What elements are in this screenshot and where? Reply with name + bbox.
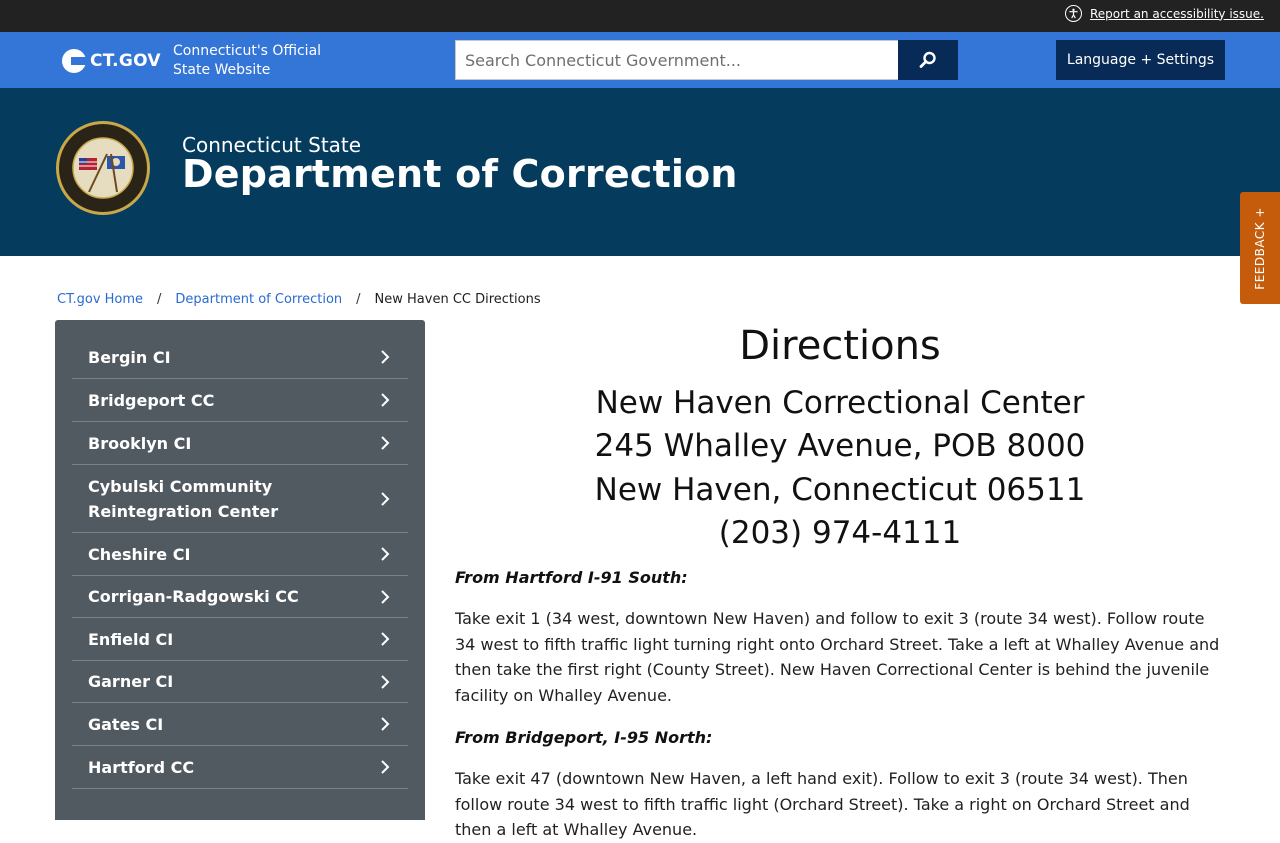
chevron-right-icon — [381, 589, 390, 604]
utility-bar: Report an accessibility issue. — [0, 0, 1280, 32]
search-icon — [919, 51, 936, 68]
accessibility-report-link[interactable]: Report an accessibility issue. — [1090, 7, 1264, 21]
breadcrumb-current: New Haven CC Directions — [374, 292, 541, 307]
accessibility-icon — [1064, 5, 1082, 22]
sidebar-item-garner[interactable]: Garner CI — [72, 661, 408, 703]
search-button[interactable] — [898, 40, 958, 80]
sidebar-item-label: Enfield CI — [88, 629, 174, 649]
ctgov-logo-text: CT.GOV — [90, 51, 161, 71]
address-phone: (203) 974-4111 — [718, 515, 962, 551]
chevron-right-icon — [381, 760, 390, 774]
breadcrumb-department[interactable]: Department of Correction — [175, 292, 342, 307]
address-street: 245 Whalley Avenue, POB 8000 — [594, 428, 1086, 464]
sidebar-item-bergin[interactable]: Bergin CI — [72, 336, 408, 379]
breadcrumb-separator: / — [356, 292, 361, 307]
chevron-right-icon — [381, 436, 390, 450]
ctgov-logo-mark-icon — [62, 49, 86, 73]
sidebar-item-bridgeport[interactable]: Bridgeport CC — [72, 379, 408, 422]
sidebar-item-label: Bergin CI — [88, 347, 171, 367]
chevron-right-icon — [381, 547, 390, 561]
state-tagline-line1: Connecticut's Official — [173, 43, 322, 59]
sidebar-item-label: Cheshire CI — [88, 544, 191, 564]
address-city: New Haven, Connecticut 06511 — [594, 472, 1086, 508]
search-input[interactable] — [455, 40, 898, 80]
ctgov-logo[interactable]: CT.GOV — [62, 49, 161, 73]
sidebar-item-enfield[interactable]: Enfield CI — [72, 618, 408, 661]
agency-banner: Connecticut State Department of Correcti… — [0, 88, 1280, 256]
site-search — [455, 40, 958, 80]
feedback-tab[interactable]: FEEDBACK + — [1240, 192, 1280, 304]
plus-icon: + — [1253, 206, 1267, 218]
sidebar-item-label: Corrigan-Radgowski CC — [88, 587, 299, 606]
sidebar-item-gates[interactable]: Gates CI — [72, 703, 408, 746]
chevron-right-icon — [381, 632, 390, 646]
feedback-label: FEEDBACK + — [1253, 207, 1267, 290]
accessibility-report[interactable]: Report an accessibility issue. — [1064, 5, 1264, 22]
directions-heading: From Bridgeport, I-95 North: — [455, 728, 713, 747]
sidebar-item-cybulski[interactable]: Cybulski Community Reintegration Center — [72, 465, 408, 533]
chevron-right-icon — [381, 491, 390, 506]
department-seal-icon[interactable] — [55, 120, 151, 216]
feedback-label-text: FEEDBACK — [1253, 221, 1267, 290]
sidebar-item-label: Garner CI — [88, 672, 174, 691]
facility-sidebar: Bergin CI Bridgeport CC Brooklyn CI Cybu… — [55, 320, 425, 820]
address-facility-name: New Haven Correctional Center — [595, 385, 1085, 421]
chevron-right-icon — [381, 674, 390, 689]
chevron-right-icon — [381, 717, 390, 731]
sidebar-item-label: Bridgeport CC — [88, 390, 215, 410]
directions-text: Take exit 1 (34 west, downtown New Haven… — [455, 609, 1220, 705]
sidebar-item-brooklyn[interactable]: Brooklyn CI — [72, 422, 408, 465]
breadcrumb-home[interactable]: CT.gov Home — [57, 292, 143, 307]
directions-text: Take exit 47 (downtown New Haven, a left… — [455, 769, 1190, 840]
sidebar-item-label: Brooklyn CI — [88, 433, 192, 453]
sidebar-item-label: Cybulski Community Reintegration Center — [88, 476, 279, 521]
sidebar-item-corrigan-radgowski[interactable]: Corrigan-Radgowski CC — [72, 576, 408, 618]
state-header: CT.GOV Connecticut's Official State Webs… — [0, 32, 1280, 88]
page-title: Directions — [739, 323, 941, 369]
state-tagline: Connecticut's Official State Website — [173, 42, 353, 80]
state-tagline-line2: State Website — [173, 62, 271, 78]
breadcrumb-separator: / — [157, 292, 162, 307]
sidebar-item-label: Gates CI — [88, 714, 164, 734]
chevron-right-icon — [381, 350, 390, 364]
sidebar-item-hartford[interactable]: Hartford CC — [72, 746, 408, 789]
agency-title[interactable]: Department of Correction — [182, 152, 738, 196]
sidebar-item-label: Hartford CC — [88, 757, 195, 777]
chevron-right-icon — [381, 393, 390, 407]
directions-heading: From Hartford I-91 South: — [455, 568, 688, 587]
language-settings-button[interactable]: Language + Settings — [1056, 40, 1225, 80]
breadcrumb: CT.gov Home / Department of Correction /… — [57, 292, 541, 307]
sidebar-item-cheshire[interactable]: Cheshire CI — [72, 533, 408, 576]
